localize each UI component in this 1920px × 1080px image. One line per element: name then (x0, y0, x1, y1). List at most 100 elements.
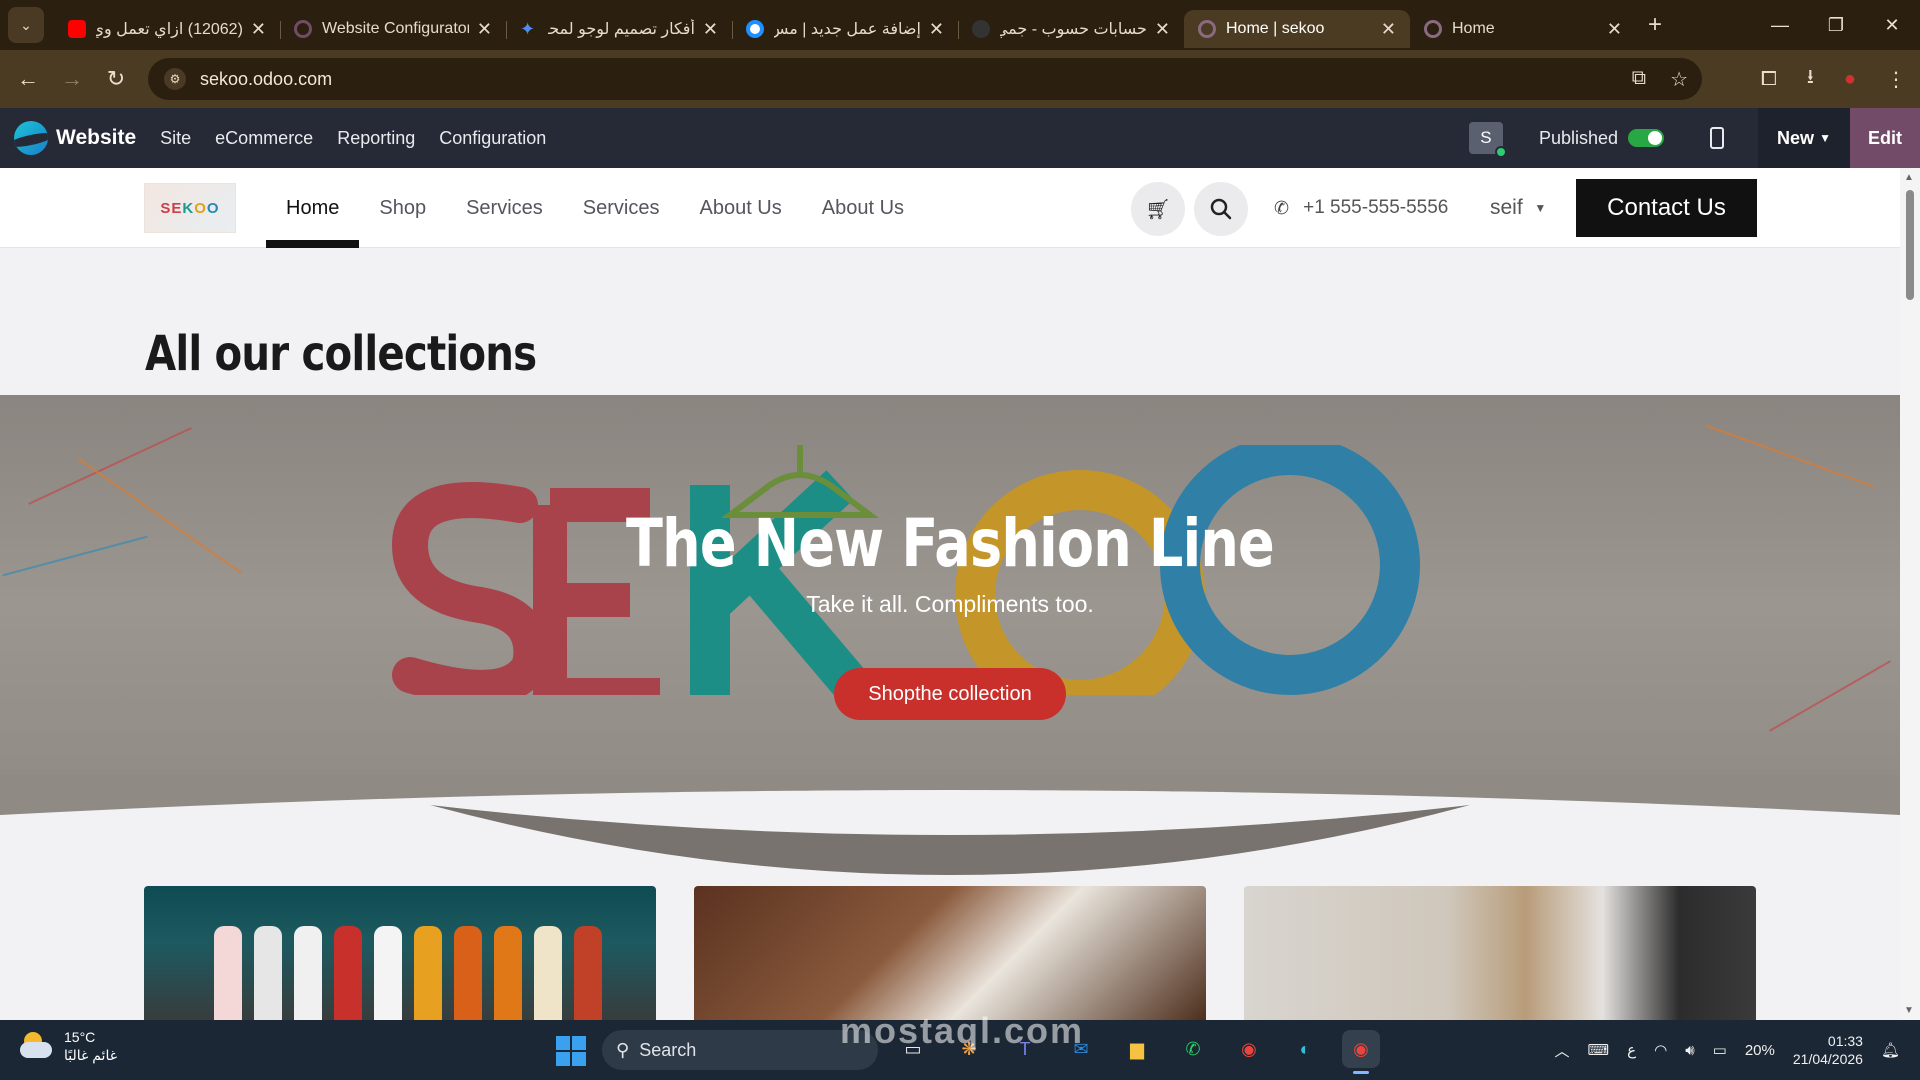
site-nav: Home Shop Services Services About Us Abo… (266, 168, 924, 248)
browser-tab[interactable]: حسابات حسوب - جمي ✕ (958, 10, 1184, 48)
contact-us-button[interactable]: Contact Us (1576, 179, 1757, 237)
input-language[interactable]: ع (1627, 1041, 1636, 1059)
nav-services-2[interactable]: Services (563, 168, 680, 248)
scroll-down-icon[interactable]: ▼ (1904, 1005, 1914, 1016)
menu-item-ecommerce[interactable]: eCommerce (215, 128, 313, 149)
browser-tab[interactable]: Home ✕ (1410, 10, 1636, 48)
menu-item-configuration[interactable]: Configuration (439, 128, 546, 149)
browser-tab[interactable]: (12062) ازاي تعمل وي ✕ (54, 10, 280, 48)
close-tab-icon[interactable]: ✕ (1155, 19, 1170, 40)
close-window-icon[interactable]: ✕ (1864, 0, 1920, 50)
start-button[interactable] (556, 1036, 586, 1066)
close-tab-icon[interactable]: ✕ (1607, 19, 1622, 40)
menu-item-reporting[interactable]: Reporting (337, 128, 415, 149)
brand-logo[interactable]: SE K O O (144, 183, 236, 233)
battery-percent: 20% (1744, 1041, 1775, 1059)
taskbar-search[interactable]: ⚲ Search (602, 1030, 878, 1070)
user-avatar[interactable]: S (1468, 122, 1507, 158)
nav-home[interactable]: Home (266, 168, 360, 248)
url-text: sekoo.odoo.com (200, 68, 333, 89)
notifications-icon[interactable]: 🔔︎ (1881, 1041, 1900, 1059)
new-tab-icon[interactable]: + (1648, 11, 1662, 39)
edit-label: Edit (1868, 127, 1902, 148)
odoo-favicon-icon (1424, 20, 1442, 38)
browser-tab[interactable]: Website Configurator ✕ (280, 10, 506, 48)
phone-number: +1 555-555-5556 (1303, 197, 1449, 218)
extensions-icon[interactable]: ⧠ (1761, 68, 1777, 91)
shop-collection-button[interactable]: Shopthe collection (834, 668, 1066, 720)
close-tab-icon[interactable]: ✕ (477, 19, 492, 40)
browser-tab-active[interactable]: Home | sekoo ✕ (1184, 10, 1410, 48)
search-icon (1210, 198, 1232, 220)
phone-link[interactable]: ✆ +1 555-555-5556 (1274, 168, 1448, 248)
menu-item-site[interactable]: Site (160, 128, 191, 149)
cart-icon: 🛒︎ (1145, 198, 1171, 221)
back-icon[interactable]: ← (6, 66, 50, 92)
weather-text: غائم غالبًا (64, 1047, 118, 1063)
partly-cloudy-icon (20, 1032, 54, 1060)
collection-card-1[interactable] (144, 886, 656, 1020)
show-hidden-icons-icon[interactable]: ︿ (1554, 1040, 1569, 1061)
browser-tab[interactable]: ✦ أفكار تصميم لوجو لمحل ✕ (506, 10, 732, 48)
weather-widget[interactable]: 15°C غائم غالبًا (20, 1028, 117, 1064)
close-tab-icon[interactable]: ✕ (1381, 19, 1396, 40)
chevron-down-icon: ⌄ (20, 16, 32, 33)
chrome-active-icon[interactable]: ◉ (1342, 1030, 1380, 1074)
published-toggle[interactable] (1628, 129, 1664, 147)
search-button[interactable] (1194, 182, 1248, 236)
odoo-favicon-icon (1198, 20, 1216, 38)
close-tab-icon[interactable]: ✕ (929, 19, 944, 40)
edit-button[interactable]: Edit (1850, 108, 1920, 168)
close-tab-icon[interactable]: ✕ (251, 19, 266, 40)
browser-tab-strip: ⌄ (12062) ازاي تعمل وي ✕ Website Configur… (0, 0, 1920, 50)
odoo-apps-icon[interactable] (14, 121, 48, 155)
scrollbar-thumb[interactable] (1906, 190, 1914, 300)
tab-title: (12062) ازاي تعمل وي (96, 21, 243, 38)
wifi-icon[interactable]: ◠ (1654, 1041, 1667, 1059)
folder-icon[interactable]: ▆ (1118, 1030, 1156, 1068)
collection-card-2[interactable] (694, 886, 1206, 1020)
user-dropdown[interactable]: seif ▼ (1490, 168, 1546, 248)
cart-button[interactable]: 🛒︎ (1131, 182, 1185, 236)
tab-list: (12062) ازاي تعمل وي ✕ Website Configurat… (54, 0, 1662, 50)
search-icon: ⚲ (616, 1039, 630, 1060)
download-icon[interactable]: ⭳ (1807, 62, 1814, 96)
app-name[interactable]: Website (56, 126, 136, 150)
published-label: Published (1538, 127, 1618, 148)
hero-wave-divider (0, 775, 1900, 895)
edge-icon[interactable]: ◐ (1286, 1030, 1324, 1068)
address-bar[interactable]: ⚙ sekoo.odoo.com ⧉ ☆ (148, 58, 1702, 100)
new-content-button[interactable]: New ▼ (1758, 108, 1850, 168)
restore-icon[interactable]: ❐ (1808, 0, 1864, 50)
install-app-icon[interactable]: ⧉ (1632, 67, 1646, 92)
profile-icon[interactable]: ● (1844, 68, 1856, 91)
nav-about-us[interactable]: About Us (679, 168, 801, 248)
nav-about-us-2[interactable]: About Us (802, 168, 924, 248)
collection-card-3[interactable] (1244, 886, 1756, 1020)
minimize-icon[interactable]: — (1752, 0, 1808, 50)
clock-date: 21/04/2026 (1792, 1051, 1863, 1067)
close-tab-icon[interactable]: ✕ (703, 19, 718, 40)
tab-title: Home (1452, 20, 1495, 37)
battery-icon[interactable]: ▭ (1713, 1041, 1727, 1059)
site-info-icon[interactable]: ⚙ (164, 68, 186, 90)
tab-title: Home | sekoo (1226, 20, 1325, 37)
keyboard-icon[interactable]: ⌨ (1588, 1041, 1610, 1059)
nav-services[interactable]: Services (446, 168, 563, 248)
website-viewport: SE K O O Home Shop Services Services About … (0, 168, 1900, 1020)
tab-search-button[interactable]: ⌄ (8, 7, 44, 43)
tab-title: حسابات حسوب - جمي (1000, 21, 1147, 38)
scroll-up-icon[interactable]: ▲ (1904, 172, 1914, 183)
mobile-preview-icon[interactable] (1710, 127, 1724, 149)
page-scrollbar[interactable]: ▲ ▼ (1900, 168, 1920, 1020)
clock[interactable]: 01:33 21/04/2026 (1793, 1032, 1863, 1068)
nav-shop[interactable]: Shop (359, 168, 446, 248)
whatsapp-icon[interactable]: ✆ (1174, 1030, 1212, 1068)
chrome-icon[interactable]: ◉ (1230, 1030, 1268, 1068)
volume-icon[interactable]: 🔊︎ (1685, 1042, 1694, 1059)
forward-icon[interactable]: → (50, 66, 94, 92)
browser-tab[interactable]: إضافة عمل جديد | مس ✕ (732, 10, 958, 48)
browser-menu-icon[interactable]: ⋮ (1886, 67, 1906, 92)
reload-icon[interactable]: ↻ (94, 66, 138, 92)
bookmark-star-icon[interactable]: ☆ (1670, 67, 1688, 92)
